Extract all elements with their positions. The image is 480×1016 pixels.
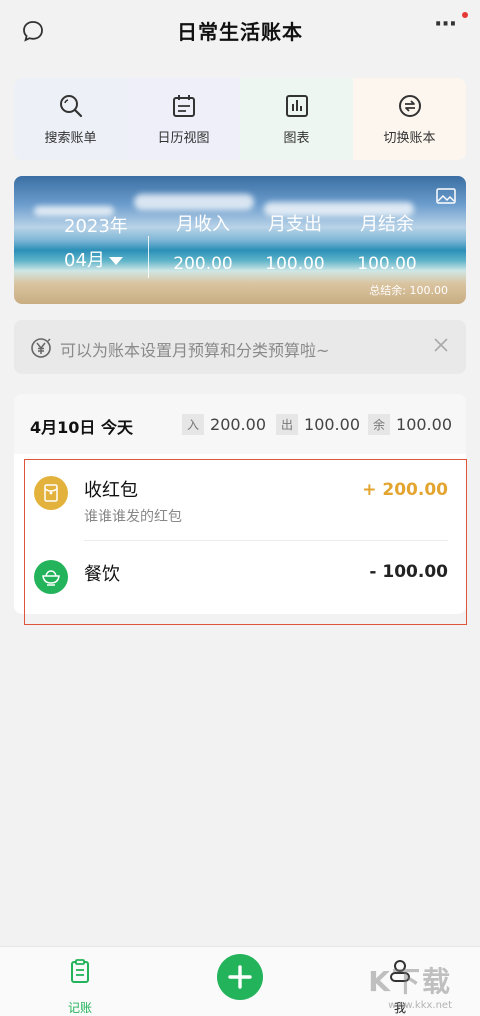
clipboard-icon: [71, 959, 89, 983]
day-balance: 余 100.00: [368, 414, 452, 435]
highlight-frame: [24, 459, 467, 625]
watermark-url: www.kkx.net: [388, 1000, 452, 1011]
total-balance: 总结余: 100.00: [369, 284, 448, 297]
chart-icon: [285, 94, 308, 117]
month-label: 04月: [64, 250, 105, 271]
tab-bookkeeping[interactable]: 记账: [50, 959, 110, 1016]
expense-label: 月支出: [268, 214, 322, 235]
action-label: 搜索账单: [44, 130, 97, 146]
income-tag: 入: [182, 414, 205, 435]
tab-label: 记账: [67, 1001, 92, 1015]
calendar-view-button[interactable]: 日历视图: [127, 78, 240, 160]
notification-dot: [462, 12, 468, 18]
page-title: 日常生活账本: [177, 20, 303, 44]
close-icon[interactable]: [432, 336, 450, 354]
expense-summary: 月支出 100.00: [250, 210, 340, 274]
tip-text: 可以为账本设置月预算和分类预算啦~: [60, 341, 330, 360]
month-selector[interactable]: 04月: [64, 246, 123, 272]
balance-tag: 余: [368, 414, 391, 435]
change-background-icon[interactable]: [436, 188, 456, 204]
income-summary: 月收入 200.00: [158, 210, 248, 274]
day-expense-value: 100.00: [304, 415, 360, 434]
dropdown-triangle-icon: [108, 257, 123, 265]
plus-icon: [228, 965, 252, 989]
action-label: 图表: [283, 130, 310, 146]
expense-tag: 出: [276, 414, 299, 435]
switch-icon: [398, 94, 421, 117]
yen-coin-icon: [31, 338, 51, 358]
day-income: 入 200.00: [182, 414, 266, 435]
search-icon: [59, 94, 82, 117]
budget-tip-banner[interactable]: 可以为账本设置月预算和分类预算啦~: [14, 320, 466, 374]
day-header: 4月10日 今天 入 200.00 出 100.00 余 100.00: [14, 394, 466, 454]
income-label: 月收入: [176, 214, 230, 235]
year-label: 2023年: [64, 216, 128, 237]
cloud-decoration: [134, 194, 254, 210]
balance-label: 月结余: [360, 214, 414, 235]
more-dots-icon: ···: [434, 12, 457, 37]
chart-button[interactable]: 图表: [240, 78, 353, 160]
action-label: 日历视图: [157, 130, 210, 146]
day-balance-value: 100.00: [396, 415, 452, 434]
action-label: 切换账本: [383, 130, 436, 146]
divider: [148, 236, 149, 278]
day-income-value: 200.00: [210, 415, 266, 434]
expense-value: 100.00: [265, 254, 325, 274]
income-value: 200.00: [173, 254, 233, 274]
search-bills-button[interactable]: 搜索账单: [14, 78, 127, 160]
day-date: 4月10日 今天: [30, 418, 133, 437]
more-menu-button[interactable]: ···: [434, 14, 464, 42]
switch-book-button[interactable]: 切换账本: [353, 78, 466, 160]
balance-summary: 月结余 100.00: [342, 210, 432, 274]
balance-value: 100.00: [357, 254, 417, 274]
monthly-summary-banner: 2023年 04月 月收入 200.00 月支出 100.00 月结余 100.…: [14, 176, 466, 304]
app-header: 日常生活账本 ···: [0, 0, 480, 62]
day-expense: 出 100.00: [276, 414, 360, 435]
calendar-icon: [172, 94, 195, 117]
add-record-button[interactable]: [217, 954, 263, 1000]
watermark-logo: K下载: [368, 965, 452, 998]
quick-actions-bar: 搜索账单 日历视图 图表 切换账本: [14, 78, 466, 160]
